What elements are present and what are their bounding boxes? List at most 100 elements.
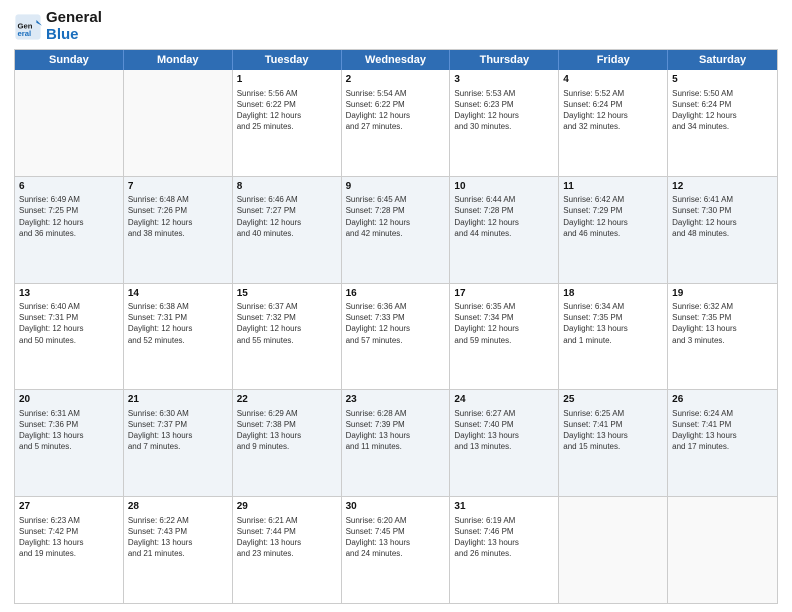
day-detail: Sunrise: 6:49 AM Sunset: 7:25 PM Dayligh… [19, 194, 119, 239]
day-detail: Sunrise: 6:20 AM Sunset: 7:45 PM Dayligh… [346, 515, 446, 560]
day-cell-13: 13Sunrise: 6:40 AM Sunset: 7:31 PM Dayli… [15, 284, 124, 390]
svg-text:eral: eral [18, 29, 32, 38]
day-number: 24 [454, 393, 554, 407]
day-detail: Sunrise: 6:29 AM Sunset: 7:38 PM Dayligh… [237, 408, 337, 453]
day-number: 2 [346, 73, 446, 87]
day-number: 21 [128, 393, 228, 407]
day-cell-8: 8Sunrise: 6:46 AM Sunset: 7:27 PM Daylig… [233, 177, 342, 283]
day-cell-2: 2Sunrise: 5:54 AM Sunset: 6:22 PM Daylig… [342, 70, 451, 176]
calendar: SundayMondayTuesdayWednesdayThursdayFrid… [14, 49, 778, 604]
empty-cell [668, 497, 777, 603]
day-detail: Sunrise: 5:52 AM Sunset: 6:24 PM Dayligh… [563, 88, 663, 133]
header-day-sunday: Sunday [15, 50, 124, 70]
day-number: 10 [454, 180, 554, 194]
day-detail: Sunrise: 6:28 AM Sunset: 7:39 PM Dayligh… [346, 408, 446, 453]
day-cell-11: 11Sunrise: 6:42 AM Sunset: 7:29 PM Dayli… [559, 177, 668, 283]
page: Gen eral General Blue SundayMondayTuesda… [0, 0, 792, 612]
day-number: 19 [672, 287, 773, 301]
day-number: 12 [672, 180, 773, 194]
day-cell-4: 4Sunrise: 5:52 AM Sunset: 6:24 PM Daylig… [559, 70, 668, 176]
day-detail: Sunrise: 5:56 AM Sunset: 6:22 PM Dayligh… [237, 88, 337, 133]
logo-icon: Gen eral [14, 13, 42, 41]
day-number: 14 [128, 287, 228, 301]
day-cell-20: 20Sunrise: 6:31 AM Sunset: 7:36 PM Dayli… [15, 390, 124, 496]
day-number: 20 [19, 393, 119, 407]
header-day-thursday: Thursday [450, 50, 559, 70]
day-number: 30 [346, 500, 446, 514]
day-detail: Sunrise: 6:23 AM Sunset: 7:42 PM Dayligh… [19, 515, 119, 560]
day-number: 27 [19, 500, 119, 514]
day-cell-9: 9Sunrise: 6:45 AM Sunset: 7:28 PM Daylig… [342, 177, 451, 283]
day-cell-1: 1Sunrise: 5:56 AM Sunset: 6:22 PM Daylig… [233, 70, 342, 176]
day-detail: Sunrise: 6:46 AM Sunset: 7:27 PM Dayligh… [237, 194, 337, 239]
day-detail: Sunrise: 6:19 AM Sunset: 7:46 PM Dayligh… [454, 515, 554, 560]
day-cell-10: 10Sunrise: 6:44 AM Sunset: 7:28 PM Dayli… [450, 177, 559, 283]
header-day-wednesday: Wednesday [342, 50, 451, 70]
day-detail: Sunrise: 6:21 AM Sunset: 7:44 PM Dayligh… [237, 515, 337, 560]
day-number: 31 [454, 500, 554, 514]
calendar-row-3: 13Sunrise: 6:40 AM Sunset: 7:31 PM Dayli… [15, 283, 777, 390]
day-cell-19: 19Sunrise: 6:32 AM Sunset: 7:35 PM Dayli… [668, 284, 777, 390]
day-detail: Sunrise: 6:31 AM Sunset: 7:36 PM Dayligh… [19, 408, 119, 453]
day-detail: Sunrise: 6:44 AM Sunset: 7:28 PM Dayligh… [454, 194, 554, 239]
day-cell-12: 12Sunrise: 6:41 AM Sunset: 7:30 PM Dayli… [668, 177, 777, 283]
day-detail: Sunrise: 6:38 AM Sunset: 7:31 PM Dayligh… [128, 301, 228, 346]
day-detail: Sunrise: 5:50 AM Sunset: 6:24 PM Dayligh… [672, 88, 773, 133]
calendar-row-4: 20Sunrise: 6:31 AM Sunset: 7:36 PM Dayli… [15, 389, 777, 496]
day-number: 16 [346, 287, 446, 301]
day-detail: Sunrise: 6:40 AM Sunset: 7:31 PM Dayligh… [19, 301, 119, 346]
day-number: 15 [237, 287, 337, 301]
day-cell-21: 21Sunrise: 6:30 AM Sunset: 7:37 PM Dayli… [124, 390, 233, 496]
day-detail: Sunrise: 6:25 AM Sunset: 7:41 PM Dayligh… [563, 408, 663, 453]
day-number: 4 [563, 73, 663, 87]
header-day-saturday: Saturday [668, 50, 777, 70]
day-cell-24: 24Sunrise: 6:27 AM Sunset: 7:40 PM Dayli… [450, 390, 559, 496]
day-cell-29: 29Sunrise: 6:21 AM Sunset: 7:44 PM Dayli… [233, 497, 342, 603]
day-detail: Sunrise: 6:35 AM Sunset: 7:34 PM Dayligh… [454, 301, 554, 346]
day-detail: Sunrise: 6:24 AM Sunset: 7:41 PM Dayligh… [672, 408, 773, 453]
day-number: 9 [346, 180, 446, 194]
logo: Gen eral General Blue [14, 10, 102, 43]
header-day-monday: Monday [124, 50, 233, 70]
day-cell-27: 27Sunrise: 6:23 AM Sunset: 7:42 PM Dayli… [15, 497, 124, 603]
day-detail: Sunrise: 6:34 AM Sunset: 7:35 PM Dayligh… [563, 301, 663, 346]
calendar-body: 1Sunrise: 5:56 AM Sunset: 6:22 PM Daylig… [15, 70, 777, 603]
calendar-header: SundayMondayTuesdayWednesdayThursdayFrid… [15, 50, 777, 70]
day-detail: Sunrise: 5:54 AM Sunset: 6:22 PM Dayligh… [346, 88, 446, 133]
day-detail: Sunrise: 6:30 AM Sunset: 7:37 PM Dayligh… [128, 408, 228, 453]
day-detail: Sunrise: 6:36 AM Sunset: 7:33 PM Dayligh… [346, 301, 446, 346]
day-number: 18 [563, 287, 663, 301]
day-number: 13 [19, 287, 119, 301]
day-cell-22: 22Sunrise: 6:29 AM Sunset: 7:38 PM Dayli… [233, 390, 342, 496]
header: Gen eral General Blue [14, 10, 778, 43]
calendar-row-5: 27Sunrise: 6:23 AM Sunset: 7:42 PM Dayli… [15, 496, 777, 603]
day-detail: Sunrise: 5:53 AM Sunset: 6:23 PM Dayligh… [454, 88, 554, 133]
day-detail: Sunrise: 6:41 AM Sunset: 7:30 PM Dayligh… [672, 194, 773, 239]
day-cell-17: 17Sunrise: 6:35 AM Sunset: 7:34 PM Dayli… [450, 284, 559, 390]
day-cell-3: 3Sunrise: 5:53 AM Sunset: 6:23 PM Daylig… [450, 70, 559, 176]
day-detail: Sunrise: 6:37 AM Sunset: 7:32 PM Dayligh… [237, 301, 337, 346]
day-detail: Sunrise: 6:22 AM Sunset: 7:43 PM Dayligh… [128, 515, 228, 560]
day-number: 8 [237, 180, 337, 194]
day-number: 22 [237, 393, 337, 407]
day-cell-14: 14Sunrise: 6:38 AM Sunset: 7:31 PM Dayli… [124, 284, 233, 390]
day-cell-30: 30Sunrise: 6:20 AM Sunset: 7:45 PM Dayli… [342, 497, 451, 603]
day-cell-7: 7Sunrise: 6:48 AM Sunset: 7:26 PM Daylig… [124, 177, 233, 283]
empty-cell [124, 70, 233, 176]
day-number: 28 [128, 500, 228, 514]
day-cell-18: 18Sunrise: 6:34 AM Sunset: 7:35 PM Dayli… [559, 284, 668, 390]
day-cell-5: 5Sunrise: 5:50 AM Sunset: 6:24 PM Daylig… [668, 70, 777, 176]
calendar-row-1: 1Sunrise: 5:56 AM Sunset: 6:22 PM Daylig… [15, 70, 777, 176]
day-detail: Sunrise: 6:27 AM Sunset: 7:40 PM Dayligh… [454, 408, 554, 453]
day-detail: Sunrise: 6:45 AM Sunset: 7:28 PM Dayligh… [346, 194, 446, 239]
day-cell-6: 6Sunrise: 6:49 AM Sunset: 7:25 PM Daylig… [15, 177, 124, 283]
day-number: 26 [672, 393, 773, 407]
day-cell-23: 23Sunrise: 6:28 AM Sunset: 7:39 PM Dayli… [342, 390, 451, 496]
day-detail: Sunrise: 6:48 AM Sunset: 7:26 PM Dayligh… [128, 194, 228, 239]
day-cell-26: 26Sunrise: 6:24 AM Sunset: 7:41 PM Dayli… [668, 390, 777, 496]
day-number: 25 [563, 393, 663, 407]
day-number: 7 [128, 180, 228, 194]
header-day-tuesday: Tuesday [233, 50, 342, 70]
day-number: 29 [237, 500, 337, 514]
header-day-friday: Friday [559, 50, 668, 70]
